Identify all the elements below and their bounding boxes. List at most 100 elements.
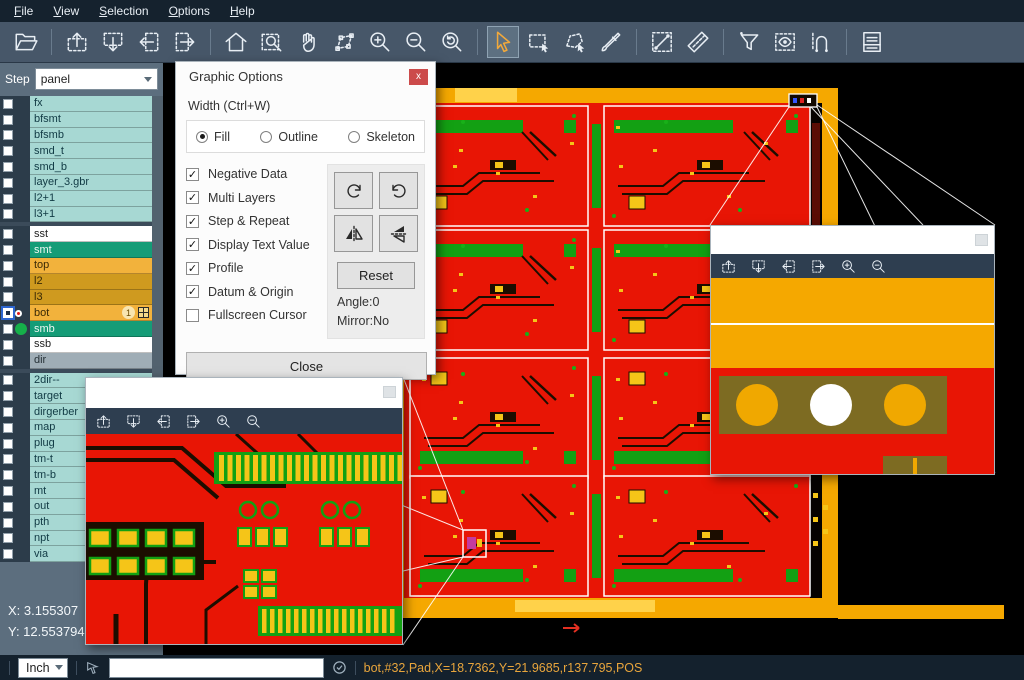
- select-polygon-button[interactable]: [559, 26, 591, 58]
- layer-name[interactable]: top: [30, 258, 152, 274]
- layer-visibility-checkbox[interactable]: [3, 178, 13, 188]
- layer-row-l3+1[interactable]: l3+1: [0, 207, 152, 223]
- layer-row-l2+1[interactable]: l2+1: [0, 191, 152, 207]
- layer-visibility-checkbox[interactable]: [3, 439, 13, 449]
- zoom-home-button[interactable]: [220, 26, 252, 58]
- layer-visibility-checkbox[interactable]: [3, 99, 13, 109]
- zoom-out-button[interactable]: [868, 256, 888, 276]
- highlight-net-button[interactable]: [805, 26, 837, 58]
- rotate-cw-button[interactable]: [334, 172, 373, 209]
- dialog-title-bar[interactable]: Graphic Options x: [176, 62, 435, 91]
- layer-visibility-checkbox[interactable]: [3, 423, 13, 433]
- layer-visibility-checkbox[interactable]: [3, 470, 13, 480]
- checkbox-fullscreen-cursor[interactable]: Fullscreen Cursor: [186, 308, 323, 322]
- layer-visibility-checkbox[interactable]: [3, 324, 13, 334]
- pan-left-button[interactable]: [153, 411, 173, 431]
- layer-name[interactable]: bfsmb: [30, 128, 152, 144]
- layer-visibility-checkbox[interactable]: [3, 533, 13, 543]
- layer-visibility-checkbox[interactable]: [3, 115, 13, 125]
- layer-name[interactable]: l3: [30, 290, 152, 306]
- radio-skeleton[interactable]: Skeleton: [348, 130, 415, 144]
- zoom-in-button[interactable]: [838, 256, 858, 276]
- mirror-horizontal-button[interactable]: [334, 215, 373, 252]
- layer-name[interactable]: fx: [30, 96, 152, 112]
- mirror-vertical-button[interactable]: [379, 215, 418, 252]
- layer-name[interactable]: l2+1: [30, 191, 152, 207]
- layer-row-bfsmb[interactable]: bfsmb: [0, 128, 152, 144]
- command-input[interactable]: [109, 658, 324, 678]
- step-select[interactable]: panel: [35, 68, 158, 90]
- zoom-previous-button[interactable]: [436, 26, 468, 58]
- menu-item-help[interactable]: Help: [220, 1, 265, 21]
- preview-title-bar[interactable]: [86, 378, 402, 408]
- zoom-out-button[interactable]: [243, 411, 263, 431]
- zoom-out-button[interactable]: [400, 26, 432, 58]
- menu-item-file[interactable]: File: [4, 1, 43, 21]
- pan-left-button[interactable]: [133, 26, 165, 58]
- pan-right-button[interactable]: [169, 26, 201, 58]
- layer-visibility-checkbox[interactable]: [3, 340, 13, 350]
- menu-item-view[interactable]: View: [43, 1, 89, 21]
- filter-tool-button[interactable]: [733, 26, 765, 58]
- layer-row-smb[interactable]: smb: [0, 321, 152, 337]
- layer-name[interactable]: bfsmt: [30, 112, 152, 128]
- layer-visibility-checkbox[interactable]: [3, 194, 13, 204]
- layer-row-ssb[interactable]: ssb: [0, 337, 152, 353]
- layer-visibility-checkbox[interactable]: [3, 277, 13, 287]
- layer-visibility-checkbox[interactable]: [3, 229, 13, 239]
- layer-visibility-checkbox[interactable]: [3, 518, 13, 528]
- layer-name[interactable]: l2: [30, 274, 152, 290]
- pan-hand-button[interactable]: [292, 26, 324, 58]
- layer-name[interactable]: smd_t: [30, 143, 152, 159]
- close-icon[interactable]: x: [409, 69, 428, 85]
- layer-visibility-checkbox[interactable]: [3, 245, 13, 255]
- rotate-ccw-button[interactable]: [379, 172, 418, 209]
- layer-visibility-checkbox[interactable]: [3, 308, 13, 318]
- layer-visibility-checkbox[interactable]: [3, 356, 13, 366]
- layer-visibility-checkbox[interactable]: [3, 407, 13, 417]
- open-folder-button[interactable]: [10, 26, 42, 58]
- close-button[interactable]: Close: [186, 352, 427, 380]
- layer-name[interactable]: ssb: [30, 337, 152, 353]
- unit-select[interactable]: Inch: [18, 658, 68, 678]
- layer-visibility-checkbox[interactable]: [3, 549, 13, 559]
- layer-name[interactable]: sst: [30, 226, 152, 242]
- layer-name[interactable]: layer_3.gbr: [30, 175, 152, 191]
- checkbox-step-repeat[interactable]: ✓Step & Repeat: [186, 214, 323, 228]
- layer-row-bot[interactable]: bot1: [0, 305, 152, 321]
- checkbox-display-text-value[interactable]: ✓Display Text Value: [186, 238, 323, 252]
- layer-name[interactable]: smt: [30, 242, 152, 258]
- measure-ruler-button[interactable]: [682, 26, 714, 58]
- pan-down-button[interactable]: [97, 26, 129, 58]
- layer-row-dir[interactable]: dir: [0, 353, 152, 369]
- layer-visibility-checkbox[interactable]: [3, 502, 13, 512]
- preview-title-bar[interactable]: [711, 226, 994, 254]
- layer-name[interactable]: bot1: [30, 305, 152, 321]
- pan-up-button[interactable]: [93, 411, 113, 431]
- radio-fill[interactable]: Fill: [196, 130, 230, 144]
- move-vertex-button[interactable]: [328, 26, 360, 58]
- checkbox-profile[interactable]: ✓Profile: [186, 261, 323, 275]
- preview-content[interactable]: [711, 278, 994, 474]
- layer-visibility-checkbox[interactable]: [3, 454, 13, 464]
- menu-item-options[interactable]: Options: [159, 1, 220, 21]
- layer-row-top[interactable]: top: [0, 258, 152, 274]
- layer-row-l3[interactable]: l3: [0, 290, 152, 306]
- zoom-in-button[interactable]: [213, 411, 233, 431]
- layer-row-smt[interactable]: smt: [0, 242, 152, 258]
- layer-visibility-checkbox[interactable]: [3, 486, 13, 496]
- zoom-in-button[interactable]: [364, 26, 396, 58]
- layer-row-sst[interactable]: sst: [0, 226, 152, 242]
- window-button[interactable]: [975, 234, 988, 246]
- select-tool-button[interactable]: [487, 26, 519, 58]
- layer-visibility-checkbox[interactable]: [3, 292, 13, 302]
- layer-visibility-checkbox[interactable]: [3, 162, 13, 172]
- report-list-button[interactable]: [856, 26, 888, 58]
- brush-tool-button[interactable]: [595, 26, 627, 58]
- pan-up-button[interactable]: [61, 26, 93, 58]
- pan-right-button[interactable]: [183, 411, 203, 431]
- layer-name[interactable]: dir: [30, 353, 152, 369]
- pan-down-button[interactable]: [748, 256, 768, 276]
- pan-down-button[interactable]: [123, 411, 143, 431]
- layer-visibility-checkbox[interactable]: [3, 375, 13, 385]
